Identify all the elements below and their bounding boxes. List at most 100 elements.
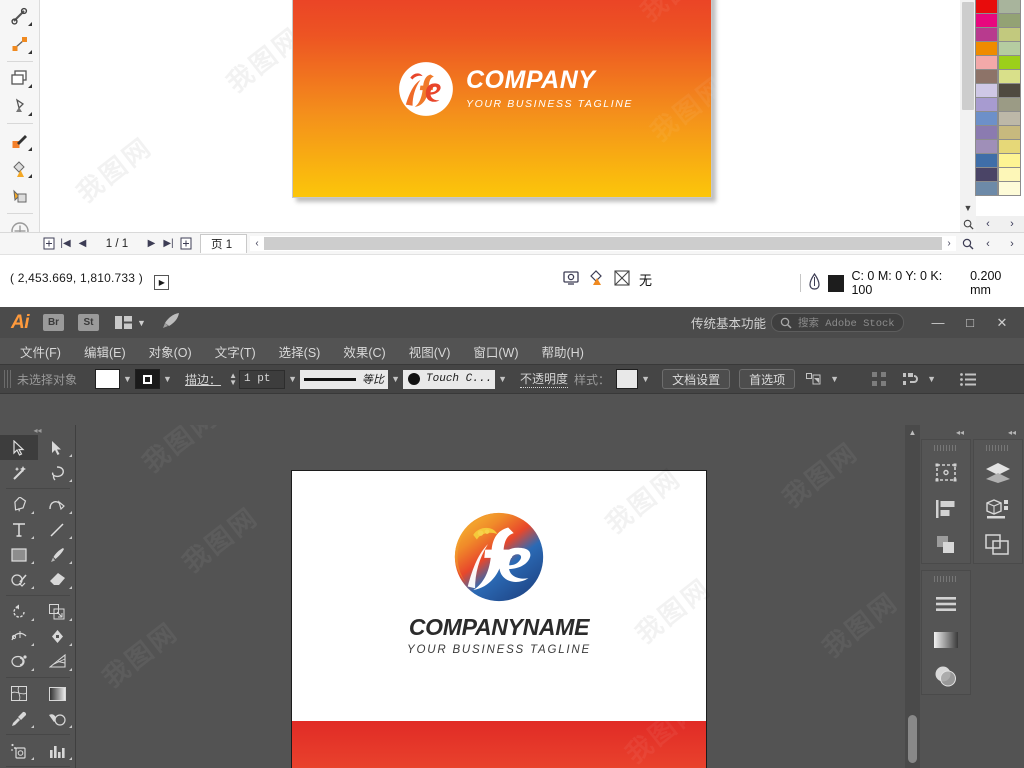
pen-tool[interactable] xyxy=(0,492,38,517)
direct-selection-tool[interactable] xyxy=(38,435,76,460)
menu-item-1[interactable]: 编辑(E) xyxy=(74,339,136,364)
zoom-icon[interactable] xyxy=(960,216,976,232)
palette-scroll-prev[interactable]: ‹ xyxy=(986,238,990,250)
align-panel-icon[interactable] xyxy=(922,491,970,527)
color-swatch[interactable] xyxy=(998,27,1021,42)
color-swatch[interactable] xyxy=(975,111,998,126)
color-swatch[interactable] xyxy=(975,139,998,154)
color-swatch[interactable] xyxy=(998,41,1021,56)
brush-definition-select[interactable]: Touch C... xyxy=(403,369,496,389)
palette-prev-button[interactable]: ‹ xyxy=(986,218,990,230)
chevron-down-icon[interactable]: ▼ xyxy=(638,374,653,384)
preferences-button[interactable]: 首选项 xyxy=(739,369,796,389)
chevron-down-icon[interactable]: ▼ xyxy=(285,374,300,384)
corel-color-palette[interactable]: ‹ › xyxy=(975,0,1024,232)
control-bar-grip[interactable] xyxy=(4,370,12,388)
color-swatch[interactable] xyxy=(998,111,1021,126)
eyedropper-tool[interactable] xyxy=(0,706,38,731)
color-swatch[interactable] xyxy=(975,125,998,140)
fill-icon[interactable] xyxy=(588,269,605,289)
gradient-panel-icon[interactable] xyxy=(922,622,970,658)
paintbrush-tool[interactable] xyxy=(38,542,76,567)
color-swatch[interactable] xyxy=(975,153,998,168)
color-swatch[interactable] xyxy=(998,153,1021,168)
palette-nav[interactable]: ‹ › xyxy=(976,216,1024,232)
palette-scroll-next[interactable]: › xyxy=(1010,238,1014,250)
color-swatch[interactable] xyxy=(975,97,998,112)
artboards-panel-icon[interactable] xyxy=(974,527,1022,563)
chevron-down-icon[interactable]: ▼ xyxy=(924,374,939,384)
menu-item-7[interactable]: 窗口(W) xyxy=(463,339,528,364)
menu-item-4[interactable]: 选择(S) xyxy=(269,339,331,364)
color-swatch[interactable] xyxy=(975,83,998,98)
color-swatch[interactable] xyxy=(975,181,998,196)
scrollbar-thumb[interactable] xyxy=(908,715,917,763)
document-setup-button[interactable]: 文档设置 xyxy=(662,369,731,389)
toolbox-grip[interactable]: ◂◂ xyxy=(0,425,75,435)
lasso-tool[interactable] xyxy=(38,460,76,485)
shape-builder-tool[interactable] xyxy=(0,649,38,674)
corel-horizontal-scrollbar[interactable]: ‹ › xyxy=(250,236,956,251)
layers-panel-icon[interactable] xyxy=(974,455,1022,491)
page-tab-1[interactable]: 页 1 xyxy=(200,234,248,253)
chevron-down-icon[interactable]: ▼ xyxy=(495,374,510,384)
rectangle-tool[interactable] xyxy=(0,542,38,567)
smart-fill-tool[interactable] xyxy=(5,182,35,210)
menu-item-3[interactable]: 文字(T) xyxy=(205,339,266,364)
line-segment-tool[interactable] xyxy=(38,517,76,542)
bridge-button[interactable]: Br xyxy=(43,314,64,331)
chevron-down-icon[interactable]: ▼ xyxy=(137,318,146,328)
eraser-tool[interactable] xyxy=(38,567,76,592)
last-page-button[interactable]: ▶| xyxy=(160,235,177,252)
no-fill-icon[interactable] xyxy=(614,269,630,289)
transparency-panel-icon[interactable] xyxy=(922,658,970,694)
color-swatch[interactable] xyxy=(998,83,1021,98)
rectangle-tool[interactable] xyxy=(5,64,35,92)
chevron-down-icon[interactable]: ▼ xyxy=(827,374,842,384)
shaper-tool[interactable] xyxy=(0,567,38,592)
menu-item-5[interactable]: 效果(C) xyxy=(333,339,395,364)
color-swatch[interactable] xyxy=(998,69,1021,84)
prev-page-button[interactable]: ◀ xyxy=(74,235,91,252)
logo-lockup[interactable]: COMPANYNAME YOUR BUSINESS TAGLINE xyxy=(292,511,706,656)
workspace-switcher[interactable]: 传统基本功能 xyxy=(691,313,766,332)
ai-canvas[interactable]: 我图网 我图网 我图网 我图网 我图网 COMPANYNAME YOUR BUS… xyxy=(76,425,920,768)
stroke-color-swatch[interactable] xyxy=(135,369,161,389)
scroll-down-button[interactable]: ▼ xyxy=(960,200,976,216)
mesh-tool[interactable] xyxy=(0,681,38,706)
symbol-sprayer-tool[interactable] xyxy=(0,738,38,763)
zoom-icon[interactable] xyxy=(959,235,976,252)
type-tool[interactable] xyxy=(0,517,38,542)
color-swatch[interactable] xyxy=(998,55,1021,70)
perspective-grid-tool[interactable] xyxy=(38,649,76,674)
paragraph-panel-icon[interactable] xyxy=(922,586,970,622)
color-swatch[interactable] xyxy=(998,167,1021,182)
libraries-panel-icon[interactable] xyxy=(974,491,1022,527)
curvature-tool[interactable] xyxy=(38,492,76,517)
arrange-documents-icon[interactable]: ▼ xyxy=(115,316,146,329)
snap-icon[interactable] xyxy=(563,270,579,289)
adobe-stock-search[interactable]: 搜索 Adobe Stock xyxy=(771,313,904,332)
scrollbar-thumb[interactable] xyxy=(264,237,942,250)
collapse-panel-icon[interactable]: ◂◂ xyxy=(972,425,1024,439)
fill-tool[interactable] xyxy=(5,92,35,120)
close-button[interactable]: ✕ xyxy=(986,312,1018,334)
corel-vertical-scrollbar[interactable]: ▼ xyxy=(960,0,976,232)
scroll-up-button[interactable]: ▲ xyxy=(905,425,920,439)
panel-grip[interactable] xyxy=(986,442,1010,453)
maximize-button[interactable]: □ xyxy=(954,312,986,334)
ai-vertical-scrollbar[interactable]: ▲ xyxy=(905,425,920,768)
scroll-right-button[interactable]: › xyxy=(942,238,956,249)
panel-grip[interactable] xyxy=(934,573,958,584)
next-page-button[interactable]: ▶ xyxy=(143,235,160,252)
color-swatch[interactable] xyxy=(998,13,1021,28)
free-transform-tool[interactable] xyxy=(5,30,35,58)
business-card-front[interactable]: COMPANY YOUR BUSINESS TAGLINE 我图网 我图网 xyxy=(292,0,733,198)
stroke-label[interactable]: 描边： xyxy=(185,371,221,388)
graphic-style-swatch[interactable] xyxy=(616,369,639,389)
color-swatch[interactable] xyxy=(975,167,998,182)
opacity-label[interactable]: 不透明度 xyxy=(520,370,569,388)
stock-button[interactable]: St xyxy=(78,314,99,331)
corel-canvas[interactable]: 我图网 我图网 COMPANY YOUR BUSINESS TAGLINE 我图… xyxy=(40,0,956,232)
selection-tool[interactable] xyxy=(0,435,38,460)
